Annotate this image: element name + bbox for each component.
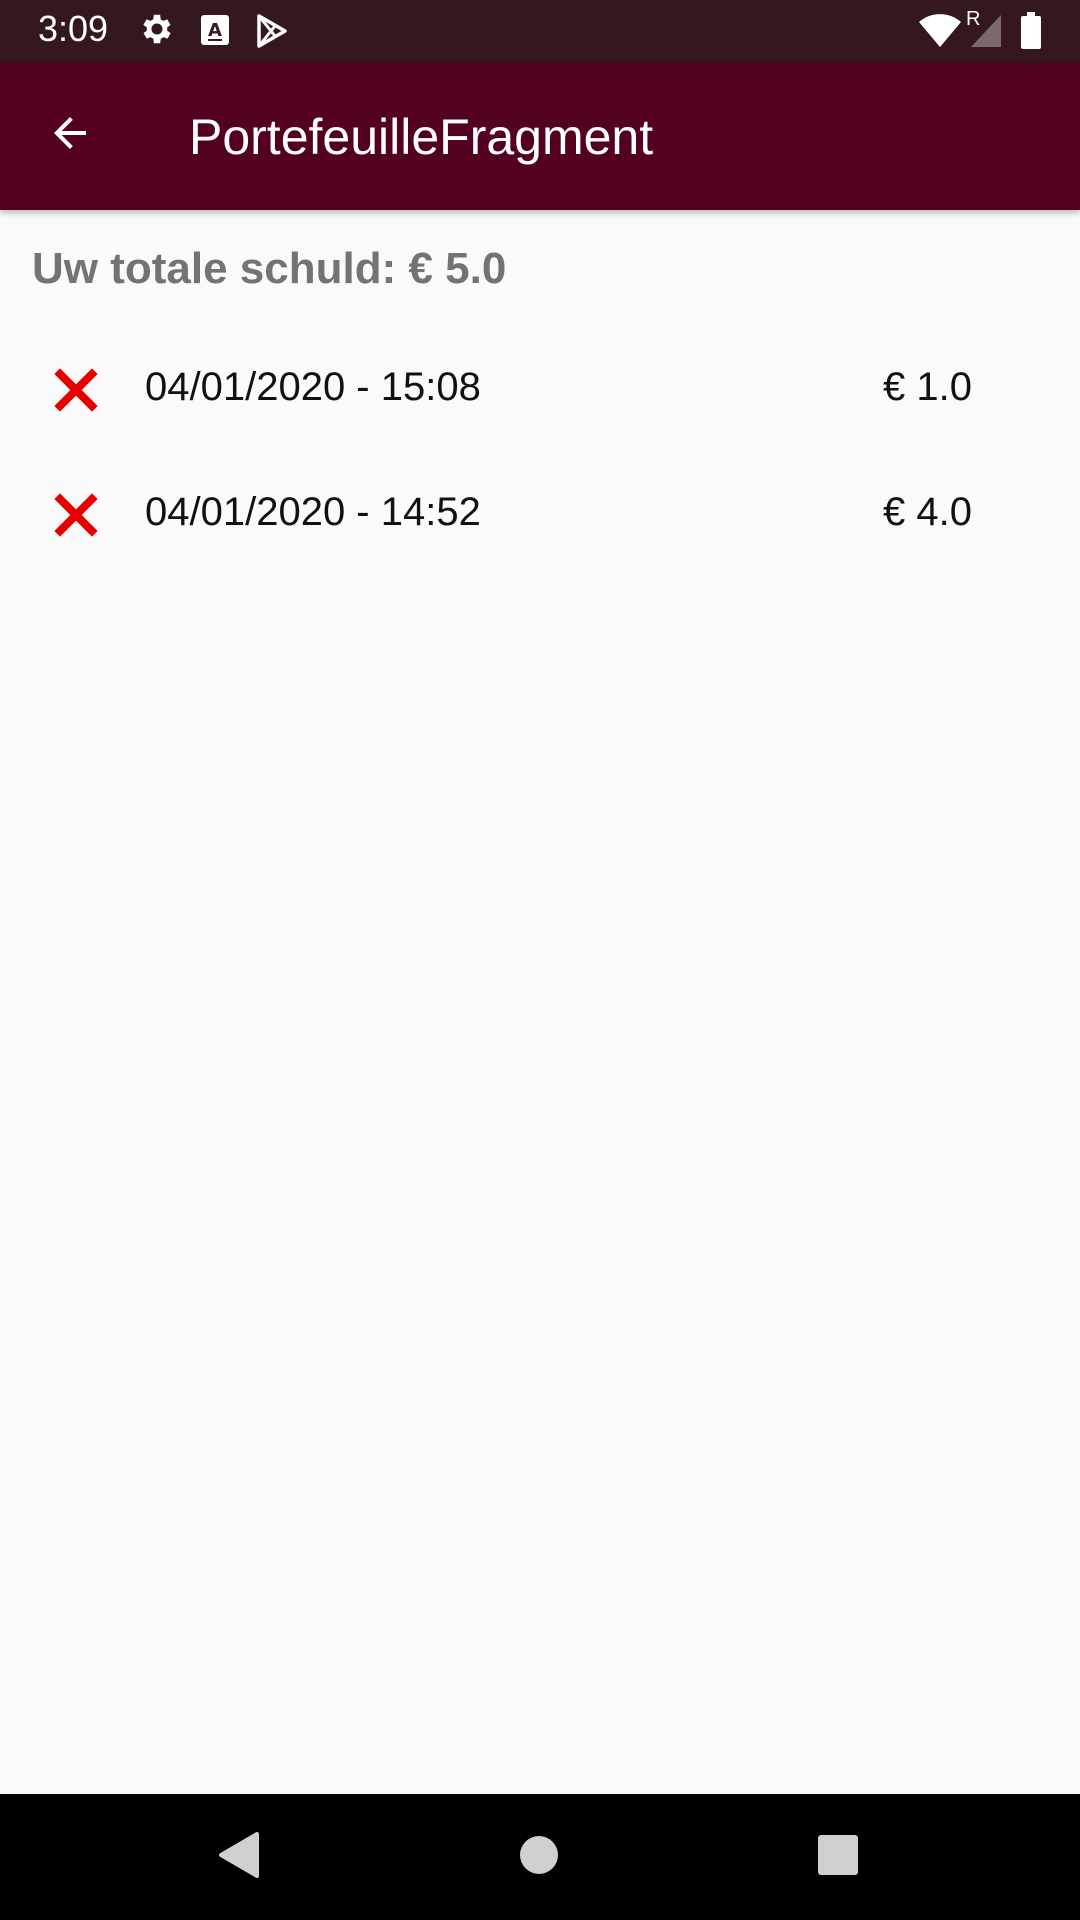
page-title: PortefeuilleFragment bbox=[189, 109, 654, 165]
delete-x-icon[interactable] bbox=[52, 366, 100, 414]
status-bar: 3:09 A R bbox=[0, 0, 1080, 63]
transaction-datetime: 04/01/2020 - 15:08 bbox=[145, 365, 481, 409]
font-a-icon: A bbox=[200, 14, 230, 51]
back-button[interactable] bbox=[34, 99, 106, 171]
app-bar: PortefeuilleFragment bbox=[0, 63, 1080, 210]
total-debt-label: Uw totale schuld: € 5.0 bbox=[32, 244, 507, 293]
wifi-icon bbox=[918, 14, 962, 53]
navigation-bar bbox=[0, 1794, 1080, 1920]
transaction-amount: € 1.0 bbox=[883, 365, 972, 409]
home-circle-icon bbox=[519, 1835, 559, 1880]
play-store-icon bbox=[256, 14, 288, 53]
signal-icon bbox=[970, 14, 1002, 53]
back-triangle-icon bbox=[217, 1831, 261, 1884]
delete-x-icon[interactable] bbox=[52, 491, 100, 539]
recents-square-icon bbox=[818, 1834, 858, 1880]
svg-text:A: A bbox=[208, 20, 222, 41]
nav-recents-button[interactable] bbox=[808, 1827, 868, 1887]
settings-gear-icon bbox=[138, 10, 176, 53]
nav-back-button[interactable] bbox=[209, 1827, 269, 1887]
status-time: 3:09 bbox=[38, 8, 109, 49]
list-item: 04/01/2020 - 14:52 € 4.0 bbox=[0, 452, 1080, 577]
nav-home-button[interactable] bbox=[509, 1827, 569, 1887]
battery-icon bbox=[1020, 12, 1042, 55]
transaction-datetime: 04/01/2020 - 14:52 bbox=[145, 490, 481, 534]
transaction-amount: € 4.0 bbox=[883, 490, 972, 534]
arrow-back-icon bbox=[46, 109, 94, 162]
list-item: 04/01/2020 - 15:08 € 1.0 bbox=[0, 327, 1080, 452]
